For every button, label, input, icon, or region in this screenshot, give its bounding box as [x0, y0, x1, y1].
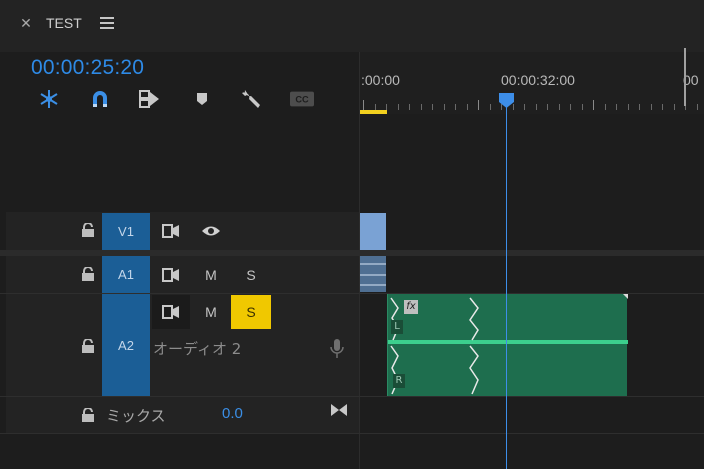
right-channel-label: R — [393, 374, 405, 388]
linked-selection-icon[interactable] — [138, 88, 162, 110]
svg-text:CC: CC — [295, 95, 309, 105]
playhead-handle[interactable] — [498, 92, 515, 109]
snap-magnet-icon[interactable] — [88, 88, 112, 110]
nest-toggle-icon[interactable] — [37, 88, 61, 110]
ruler-tick — [443, 104, 445, 110]
captions-cc-icon[interactable]: CC — [290, 88, 314, 110]
eye-icon[interactable] — [192, 214, 230, 248]
solo-button-a2[interactable]: S — [231, 295, 271, 329]
track-target-v1[interactable]: V1 — [102, 213, 150, 250]
mix-track-label: ミックス — [106, 407, 166, 425]
ruler-tick — [558, 104, 560, 110]
ruler-tick — [420, 104, 422, 110]
ruler-tick — [662, 104, 663, 110]
sequence-tab-title[interactable]: TEST — [46, 15, 82, 31]
ruler-tick — [616, 104, 617, 110]
ruler-tick — [696, 104, 698, 110]
ruler-tick — [455, 104, 456, 110]
ruler-tick — [397, 104, 399, 110]
ruler-label-start: :00:00 — [361, 72, 400, 88]
ruler-tick — [639, 104, 640, 110]
ruler-tick — [673, 104, 675, 110]
ruler-tick — [363, 100, 364, 110]
work-area-bar[interactable] — [360, 110, 387, 114]
video-clip-v1[interactable] — [360, 213, 386, 250]
microphone-icon[interactable] — [330, 338, 344, 360]
lock-icon[interactable] — [82, 222, 94, 237]
ruler-tick — [570, 104, 571, 110]
audio-clip-a1[interactable] — [360, 256, 386, 292]
solo-button-a1[interactable]: S — [232, 258, 270, 292]
ruler-tick — [432, 104, 433, 110]
lock-icon[interactable] — [82, 407, 94, 422]
ruler-tick — [604, 104, 606, 110]
audio-clip-a2[interactable]: fx L R — [387, 294, 628, 396]
playhead-timecode[interactable]: 00:00:25:20 — [31, 56, 144, 80]
ruler-tick — [524, 104, 525, 110]
menu-icon[interactable] — [100, 17, 114, 30]
mute-button-a1[interactable]: M — [192, 258, 230, 292]
ruler-tick — [535, 104, 537, 110]
waveform — [390, 294, 628, 395]
mute-button-a2[interactable]: M — [192, 295, 230, 329]
add-marker-icon[interactable] — [190, 88, 214, 110]
sync-lock-icon[interactable] — [152, 258, 190, 292]
track-header-mix — [6, 397, 359, 433]
ruler-major-line — [684, 48, 686, 106]
ruler-tick — [466, 104, 468, 110]
sync-lock-icon[interactable] — [152, 295, 190, 329]
ruler-label-mid: 00:00:32:00 — [501, 72, 575, 88]
playhead-line[interactable] — [506, 105, 507, 469]
ruler-tick — [547, 104, 548, 110]
track-separator — [0, 433, 704, 434]
lock-icon[interactable] — [82, 266, 94, 281]
ruler-tick — [627, 104, 629, 110]
ruler-tick — [650, 104, 652, 110]
ruler-tick — [593, 100, 594, 110]
lock-icon[interactable] — [82, 338, 94, 353]
ruler-tick — [409, 104, 410, 110]
close-icon[interactable]: ✕ — [18, 16, 34, 32]
track-name-a2[interactable]: オーディオ 2 — [153, 338, 241, 359]
wrench-settings-icon[interactable] — [240, 88, 264, 110]
ruler-tick — [478, 100, 479, 110]
track-target-a1[interactable]: A1 — [102, 256, 150, 293]
ruler-tick — [489, 104, 491, 110]
track-target-a2[interactable]: A2 — [102, 294, 150, 396]
fx-badge[interactable]: fx — [404, 300, 418, 314]
ruler-tick — [581, 104, 583, 110]
bowtie-icon[interactable] — [330, 402, 348, 416]
sync-lock-icon[interactable] — [152, 214, 190, 248]
left-channel-label: L — [391, 320, 403, 334]
mix-volume-value[interactable]: 0.0 — [222, 405, 243, 422]
